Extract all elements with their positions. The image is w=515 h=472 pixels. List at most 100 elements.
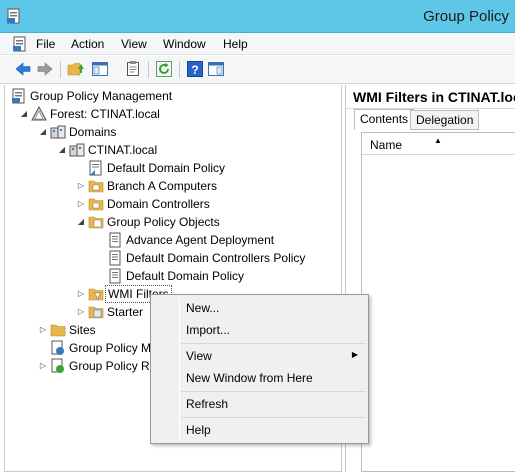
toolbar-separator xyxy=(60,61,61,78)
gpo-document-icon xyxy=(109,250,121,266)
menu-action[interactable]: Action xyxy=(71,37,104,51)
tree-item-label: Group Policy Management xyxy=(30,89,173,103)
help-icon[interactable]: ? xyxy=(186,60,204,78)
gpo-document-icon xyxy=(109,232,121,248)
tab-delegation[interactable]: Delegation xyxy=(410,110,480,130)
refresh-icon[interactable] xyxy=(155,60,173,78)
context-menu-separator xyxy=(181,417,366,418)
toolbar-separator xyxy=(179,61,180,78)
context-menu-item-new[interactable]: New... xyxy=(153,297,366,319)
svg-text:?: ? xyxy=(191,63,198,77)
window-title: Group Policy xyxy=(423,8,509,25)
tree-item-label: Forest: CTINAT.local xyxy=(50,107,160,121)
submenu-arrow-icon: ▶ xyxy=(351,350,358,359)
domain-icon xyxy=(69,143,85,157)
menu-view[interactable]: View xyxy=(121,37,147,51)
tree-item-group-policy-management[interactable]: Group Policy Management xyxy=(11,88,211,104)
context-menu-label: Help xyxy=(186,423,211,437)
tree-item-domains[interactable]: ◢ Domains xyxy=(38,124,238,140)
tree-item-ctinat-local[interactable]: ◢ CTINAT.local xyxy=(57,142,257,158)
tree-item-label: Branch A Computers xyxy=(107,179,218,193)
group-policy-modeling-icon xyxy=(51,340,64,355)
toolbar: ? xyxy=(0,56,515,84)
menu-help[interactable]: Help xyxy=(223,37,248,51)
expand-triangle-icon[interactable]: ▷ xyxy=(38,322,48,338)
tree-item-group-policy-results[interactable]: ▷ Group Policy R xyxy=(38,358,150,374)
menu-file[interactable]: File xyxy=(36,37,55,51)
tree-item-label: Domain Controllers xyxy=(107,197,210,211)
tab-contents[interactable]: Contents xyxy=(354,109,415,130)
wmi-filter-folder-icon xyxy=(88,288,104,301)
collapse-triangle-icon[interactable]: ◢ xyxy=(19,106,29,122)
column-name-label: Name xyxy=(370,138,403,152)
back-arrow-icon[interactable] xyxy=(14,60,32,78)
show-hide-console-tree-icon[interactable] xyxy=(91,60,109,78)
tree-item-label: Domains xyxy=(69,125,117,139)
group-policy-management-icon xyxy=(12,88,25,104)
context-menu-separator xyxy=(181,391,366,392)
group-policy-results-icon xyxy=(51,358,64,373)
show-hide-action-pane-icon[interactable] xyxy=(207,60,225,78)
gpo-link-icon xyxy=(89,160,102,176)
context-menu: New... Import... View ▶ New Window from … xyxy=(150,294,369,444)
menu-window[interactable]: Window xyxy=(163,37,206,51)
tree-item-forest[interactable]: ◢ Forest: CTINAT.local xyxy=(19,106,219,122)
sites-folder-icon xyxy=(50,324,66,337)
tree-item-label: Sites xyxy=(69,323,96,337)
expand-triangle-icon[interactable]: ▷ xyxy=(76,304,86,320)
tree-item-advance-agent-deployment[interactable]: Advance Agent Deployment xyxy=(95,232,335,248)
details-header: WMI Filters in CTINAT.loc xyxy=(346,85,515,109)
tree-item-label: Default Domain Controllers Policy xyxy=(126,251,306,265)
context-menu-item-import[interactable]: Import... xyxy=(153,319,366,341)
gpo-folder-icon xyxy=(88,216,104,229)
context-menu-label: View xyxy=(186,349,212,363)
details-title: WMI Filters in CTINAT.loc xyxy=(353,89,515,105)
context-menu-item-new-window-from-here[interactable]: New Window from Here xyxy=(153,367,366,389)
context-menu-item-refresh[interactable]: Refresh xyxy=(153,393,366,415)
gpo-document-icon xyxy=(109,268,121,284)
ou-folder-icon xyxy=(88,198,104,211)
tree-item-branch-a-computers[interactable]: ▷ Branch A Computers xyxy=(76,178,276,194)
tree-item-default-domain-policy[interactable]: Default Domain Policy xyxy=(95,268,335,284)
collapse-triangle-icon[interactable]: ◢ xyxy=(38,124,48,140)
properties-icon[interactable] xyxy=(124,60,142,78)
tree-item-label: Default Domain Policy xyxy=(126,269,245,283)
starter-gpo-folder-icon xyxy=(88,306,104,319)
group-policy-app-icon xyxy=(7,8,20,24)
domains-icon xyxy=(50,125,66,139)
expand-triangle-icon[interactable]: ▷ xyxy=(76,196,86,212)
tree-item-default-domain-controllers-policy[interactable]: Default Domain Controllers Policy xyxy=(95,250,335,266)
tree-item-label: Group Policy Objects xyxy=(107,215,220,229)
system-menu-icon[interactable] xyxy=(12,36,28,52)
up-folder-icon[interactable] xyxy=(67,60,85,78)
tree-item-label: Group Policy R xyxy=(69,359,150,373)
tree-item-label: Advance Agent Deployment xyxy=(126,233,275,247)
tree-item-group-policy-modeling[interactable]: Group Policy M xyxy=(38,340,152,356)
expand-triangle-icon[interactable]: ▷ xyxy=(76,286,86,302)
expand-triangle-icon[interactable]: ▷ xyxy=(76,178,86,194)
tree-item-sites[interactable]: ▷ Sites xyxy=(38,322,138,338)
expand-triangle-icon[interactable]: ▷ xyxy=(38,358,48,374)
context-menu-item-help[interactable]: Help xyxy=(153,419,366,441)
tree-item-group-policy-objects[interactable]: ◢ Group Policy Objects xyxy=(76,214,296,230)
tree-item-label: CTINAT.local xyxy=(88,143,158,157)
menu-bar: File Action View Window Help xyxy=(0,33,515,55)
details-pane: WMI Filters in CTINAT.loc Contents Deleg… xyxy=(345,85,515,472)
forest-icon xyxy=(31,106,47,121)
toolbar-separator xyxy=(148,61,149,78)
context-menu-label: New Window from Here xyxy=(186,371,313,385)
tree-item-label: Default Domain Policy xyxy=(107,161,226,175)
collapse-triangle-icon[interactable]: ◢ xyxy=(57,142,67,158)
tree-item-default-domain-policy-link[interactable]: Default Domain Policy xyxy=(76,160,276,176)
tree-item-label: Group Policy M xyxy=(69,341,152,355)
forward-arrow-icon[interactable] xyxy=(36,60,54,78)
context-menu-separator xyxy=(181,343,366,344)
collapse-triangle-icon[interactable]: ◢ xyxy=(76,214,86,230)
sort-ascending-icon: ▲ xyxy=(434,136,442,145)
column-header-name[interactable]: Name ▲ xyxy=(362,133,515,155)
tree-item-domain-controllers[interactable]: ▷ Domain Controllers xyxy=(76,196,276,212)
context-menu-label: New... xyxy=(186,301,220,315)
wmi-filters-list[interactable]: Name ▲ xyxy=(361,132,515,472)
context-menu-label: Import... xyxy=(186,323,231,337)
context-menu-item-view[interactable]: View ▶ xyxy=(153,345,366,367)
